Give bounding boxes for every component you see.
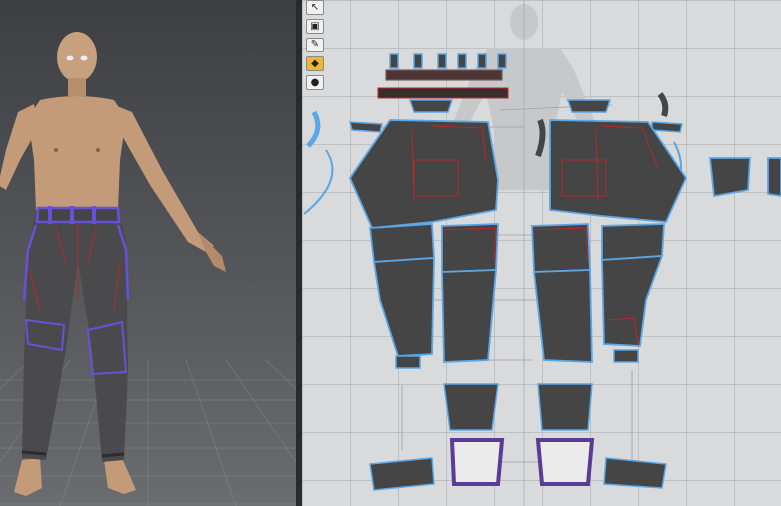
hem-cuff-right[interactable] xyxy=(613,349,639,363)
strap-piece-left[interactable] xyxy=(369,457,435,491)
pocket-bag-left[interactable] xyxy=(349,121,383,133)
select-tool[interactable]: ↖ xyxy=(306,0,324,15)
transform-tool[interactable]: ▣ xyxy=(306,18,324,34)
waistband-facing-piece[interactable] xyxy=(377,87,509,99)
pattern-canvas xyxy=(303,0,781,506)
front-left-knee-panel[interactable] xyxy=(441,223,499,273)
pin-icon: ● xyxy=(310,77,320,89)
3d-pants[interactable] xyxy=(21,206,130,462)
edit-tool[interactable]: ✎ xyxy=(306,37,324,53)
front-left-lower-leg[interactable] xyxy=(372,257,435,357)
fly-piece-right[interactable] xyxy=(566,99,612,113)
strap-piece-right[interactable] xyxy=(603,457,667,489)
hem-cuff-left[interactable] xyxy=(395,355,421,369)
2d-pattern-window[interactable] xyxy=(302,0,781,506)
back-right-thigh-panel[interactable] xyxy=(601,223,665,261)
fly-piece-left[interactable] xyxy=(408,99,454,113)
front-left-shin-panel[interactable] xyxy=(441,269,497,363)
curved-strip-right[interactable] xyxy=(657,92,669,117)
cargo-pocket-right[interactable] xyxy=(537,383,593,431)
back-yoke-piece-2[interactable] xyxy=(767,157,781,197)
pocket-flap-left[interactable] xyxy=(449,438,505,486)
arrow-icon: ↖ xyxy=(310,1,320,13)
3d-scene xyxy=(0,32,296,506)
pocket-flap-right[interactable] xyxy=(535,438,595,486)
3d-viewport[interactable] xyxy=(0,0,296,506)
pin-tool[interactable]: ● xyxy=(306,75,324,90)
pocket-bag-right[interactable] xyxy=(651,121,683,133)
cargo-pocket-left[interactable] xyxy=(443,383,499,431)
back-right-shin-panel[interactable] xyxy=(532,269,593,363)
back-right-knee-panel[interactable] xyxy=(531,223,591,273)
curved-strip-left[interactable] xyxy=(306,110,321,148)
back-right-upper-panel[interactable] xyxy=(549,119,688,223)
sew-tool[interactable]: ◆ xyxy=(306,56,324,72)
back-right-lower-leg[interactable] xyxy=(601,255,664,347)
front-left-upper-panel[interactable] xyxy=(348,119,499,229)
side-seam-left xyxy=(303,149,334,215)
2d-toolbar: ↖ ▣ ✎ ◆ ● xyxy=(306,0,328,90)
box-icon: ▣ xyxy=(310,20,320,32)
needle-icon: ◆ xyxy=(311,58,319,70)
back-yoke-piece[interactable] xyxy=(709,157,751,198)
waistband-piece[interactable] xyxy=(385,69,503,81)
pen-icon: ✎ xyxy=(310,39,320,51)
front-left-thigh-panel[interactable] xyxy=(368,223,435,263)
